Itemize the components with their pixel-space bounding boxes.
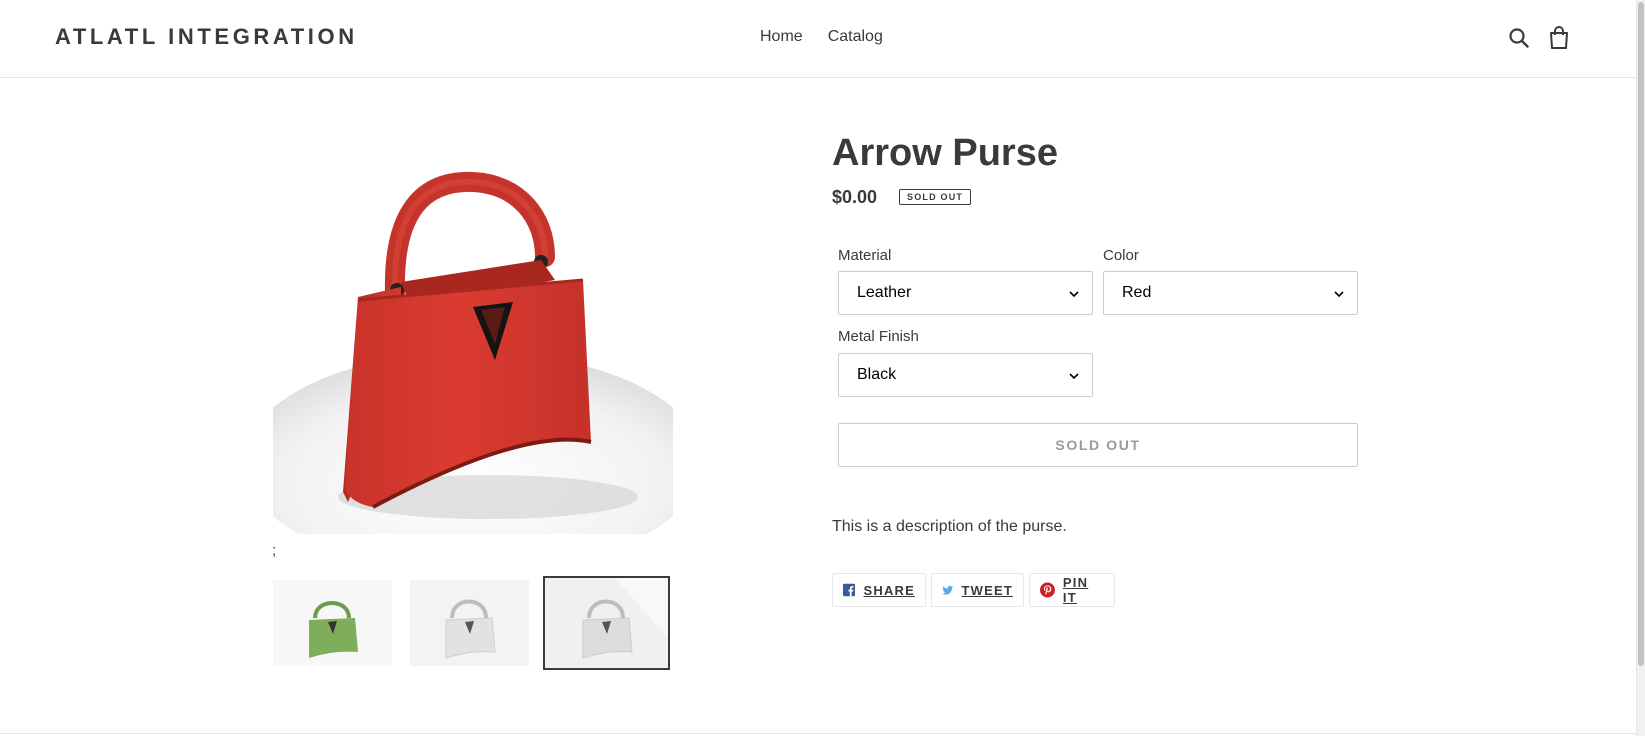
red-purse-image: [273, 122, 673, 534]
search-button[interactable]: [1505, 24, 1533, 52]
chevron-down-icon: [1069, 291, 1079, 298]
site-logo[interactable]: ATLATL INTEGRATION: [55, 24, 358, 50]
cart-button[interactable]: [1545, 24, 1573, 52]
product-price: $0.00: [832, 187, 878, 207]
site-header: ATLATL INTEGRATION Home Catalog: [0, 0, 1636, 78]
color-label: Color: [1103, 247, 1139, 264]
product-title: Arrow Purse: [832, 132, 1058, 174]
white-purse-thumbnail-selected: [545, 578, 668, 668]
cart-icon: [1550, 26, 1568, 49]
share-facebook-button[interactable]: SHARE: [832, 573, 926, 607]
green-purse-thumbnail: [273, 580, 392, 666]
chevron-down-icon: [1334, 291, 1344, 298]
search-icon: [1509, 28, 1529, 48]
twitter-icon: [942, 585, 954, 595]
share-pinterest-button[interactable]: PIN IT: [1029, 573, 1115, 607]
white-purse-thumbnail: [410, 580, 529, 666]
facebook-icon: [843, 583, 856, 597]
footer-divider: [0, 733, 1636, 734]
nav-catalog-link[interactable]: Catalog: [828, 28, 883, 46]
metal-finish-select-value: Black: [857, 366, 897, 383]
scrollbar-thumb[interactable]: [1638, 2, 1644, 666]
main-nav: Home Catalog: [760, 28, 883, 46]
color-select-value: Red: [1122, 284, 1152, 301]
share-twitter-button[interactable]: TWEET: [931, 573, 1024, 607]
thumbnail-white-purse[interactable]: [410, 580, 529, 666]
material-label: Material: [838, 247, 892, 264]
color-select[interactable]: Red: [1103, 271, 1358, 315]
nav-home-link[interactable]: Home: [760, 28, 803, 46]
thumbnail-white-purse-selected[interactable]: [543, 576, 670, 670]
share-twitter-label: TWEET: [961, 582, 1013, 598]
sold-out-button[interactable]: SOLD OUT: [838, 423, 1358, 467]
page-scrollbar[interactable]: [1636, 0, 1645, 736]
share-pinterest-label: PIN IT: [1062, 575, 1089, 605]
chevron-down-icon: [1069, 373, 1079, 380]
sold-out-badge: SOLD OUT: [899, 189, 972, 205]
material-select-value: Leather: [857, 284, 912, 301]
thumbnail-green-purse[interactable]: [273, 580, 392, 666]
share-facebook-label: SHARE: [863, 582, 915, 598]
metal-finish-select[interactable]: Black: [838, 353, 1093, 397]
product-description: This is a description of the purse.: [832, 518, 1067, 535]
pinterest-icon: [1040, 582, 1055, 598]
metal-finish-label: Metal Finish: [838, 328, 919, 345]
main-product-image[interactable]: [273, 122, 673, 534]
gallery-separator-text: ;: [272, 542, 277, 559]
material-select[interactable]: Leather: [838, 271, 1093, 315]
